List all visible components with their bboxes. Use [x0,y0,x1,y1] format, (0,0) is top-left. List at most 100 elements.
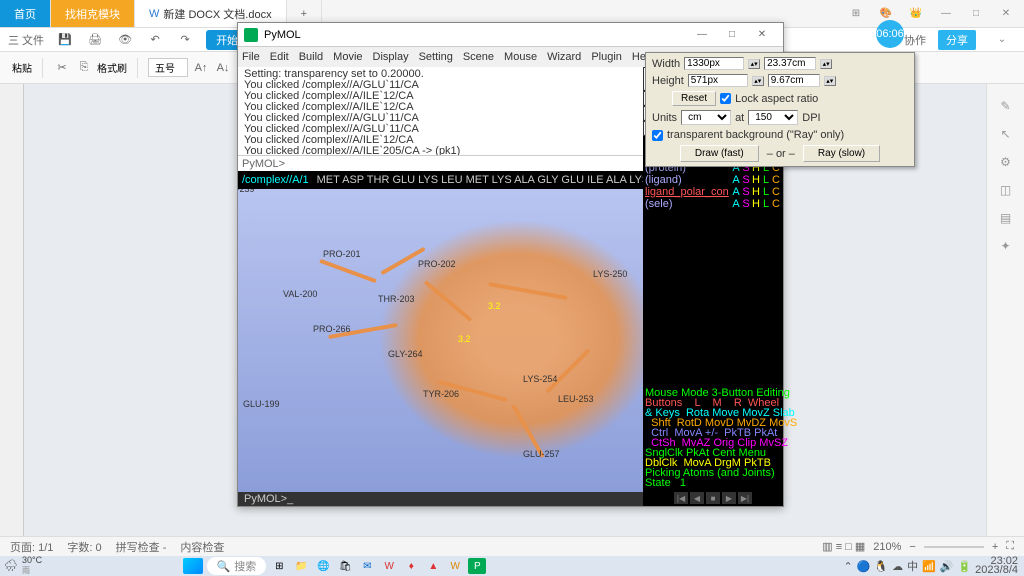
vcr-fwd-icon[interactable]: ▶| [738,492,752,504]
maximize-icon[interactable]: □ [717,26,747,44]
ray-slow-button[interactable]: Ray (slow) [803,145,880,162]
pencil-icon[interactable]: ✎ [996,96,1016,116]
cursor-icon[interactable]: ↖ [996,124,1016,144]
close-icon[interactable]: ✕ [992,4,1020,24]
tray-battery-icon[interactable]: 🔋 [957,560,971,573]
view-icons[interactable]: ▥ ≡ □ ▦ [822,540,865,553]
obj-ligand[interactable]: (ligand)ASHLC [643,174,783,186]
zoom-out-icon[interactable]: − [909,541,915,553]
grid-icon[interactable]: ⊞ [842,4,870,24]
weather-widget[interactable]: 🌧 30°C 雨 [4,555,42,576]
menu-mouse[interactable]: Mouse [504,51,537,63]
content-check[interactable]: 内容检查 [180,539,224,555]
word-count[interactable]: 字数: 0 [67,539,101,555]
height-cm-input[interactable] [768,74,820,87]
copy-icon[interactable]: ⎘ [75,59,93,77]
obj-polar[interactable]: ligand_polar_conASHLC [643,186,783,198]
window-controls: ⊞ 🎨 👑 — □ ✕ [842,4,1024,24]
dpi-dropdown[interactable]: 150 [748,110,798,125]
taskbar-clock[interactable]: 23:02 2023/8/4 [975,557,1018,575]
tray-cloud-icon[interactable]: ☁ [892,560,903,573]
menu-movie[interactable]: Movie [333,51,362,63]
tray-wifi-icon[interactable]: 📶 [922,560,936,573]
tab-label: 找相克模块 [65,6,120,22]
width-cm-spinner[interactable]: ▴▾ [820,59,832,69]
menu-edit[interactable]: Edit [270,51,289,63]
zoom-slider[interactable] [924,546,984,548]
tray-ime-icon[interactable]: 中 [907,558,918,574]
paste-button[interactable]: 粘贴 [12,60,32,75]
menu-plugin[interactable]: Plugin [591,51,622,63]
share-button[interactable]: 分享 [938,30,976,50]
vcr-stop-icon[interactable]: ■ [706,492,720,504]
store-icon[interactable]: 🛍 [336,558,354,574]
tab-template[interactable]: 找相克模块 [51,0,135,27]
height-cm-spinner[interactable]: ▴▾ [824,76,836,86]
page-indicator[interactable]: 页面: 1/1 [10,539,53,555]
width-px-input[interactable] [684,57,744,70]
decrease-font-icon[interactable]: A↓ [214,59,232,77]
task-view-icon[interactable]: ⊞ [270,558,288,574]
tray-app-icon[interactable]: 🔵 [857,560,871,573]
increase-font-icon[interactable]: A↑ [192,59,210,77]
collab-button[interactable]: 协作 [904,32,926,48]
menu-file[interactable]: File [242,51,260,63]
width-cm-input[interactable] [764,57,816,70]
word-icon[interactable]: W [380,558,398,574]
cube-icon[interactable]: ◫ [996,180,1016,200]
close-icon[interactable]: ✕ [747,26,777,44]
menu-build[interactable]: Build [299,51,323,63]
tray-volume-icon[interactable]: 🔊 [940,560,954,573]
minimize-icon[interactable]: — [932,4,960,24]
format-brush[interactable]: 格式刷 [97,60,127,75]
cut-icon[interactable]: ✂ [53,59,71,77]
vcr-back-icon[interactable]: ◀ [690,492,704,504]
height-spinner[interactable]: ▴▾ [752,76,764,86]
spell-check[interactable]: 拼写检查 - [116,539,167,555]
fullscreen-icon[interactable]: ⛶ [1006,540,1014,553]
font-size-dropdown[interactable]: 五号 [148,58,188,77]
tray-app2-icon[interactable]: 🐧 [874,560,888,573]
menu-scene[interactable]: Scene [463,51,494,63]
gear-icon[interactable]: ⚙ [996,152,1016,172]
redo-icon[interactable]: ↷ [176,31,194,49]
file-menu[interactable]: 三 文件 [8,32,44,48]
explorer-icon[interactable]: 📁 [292,558,310,574]
menu-wizard[interactable]: Wizard [547,51,581,63]
units-dropdown[interactable]: cm [681,110,731,125]
tray-chevron-icon[interactable]: ⌃ [843,560,852,573]
pymol-titlebar[interactable]: PyMOL — □ ✕ [238,23,783,47]
vcr-first-icon[interactable]: |◀ [674,492,688,504]
start-button[interactable] [183,558,203,574]
minimize-icon[interactable]: — [687,26,717,44]
pymol-task-icon[interactable]: P [468,558,486,574]
vcr-play-icon[interactable]: ▶ [722,492,736,504]
print-icon[interactable]: 🖨 [86,31,104,49]
wps-icon[interactable]: W [446,558,464,574]
tab-home[interactable]: 首页 [0,0,51,27]
width-spinner[interactable]: ▴▾ [748,59,760,69]
lock-aspect-checkbox[interactable] [720,93,731,104]
app-icon[interactable]: ♦ [402,558,420,574]
preview-icon[interactable]: 👁 [116,31,134,49]
zoom-in-icon[interactable]: + [992,541,998,553]
menu-setting[interactable]: Setting [419,51,453,63]
save-icon[interactable]: 💾 [56,31,74,49]
transparent-checkbox[interactable] [652,130,663,141]
mail-icon[interactable]: ✉ [358,558,376,574]
caret-icon[interactable]: ⌄ [988,30,1016,50]
menu-display[interactable]: Display [373,51,409,63]
zoom-level[interactable]: 210% [873,541,901,553]
reset-button[interactable]: Reset [672,91,716,106]
height-px-input[interactable] [688,74,748,87]
undo-icon[interactable]: ↶ [146,31,164,49]
maximize-icon[interactable]: □ [962,4,990,24]
taskbar-search[interactable]: 🔍 搜索 [207,557,267,575]
obj-sele[interactable]: (sele)ASHLC [643,198,783,210]
edge-icon[interactable]: 🌐 [314,558,332,574]
layers-icon[interactable]: ▤ [996,208,1016,228]
app2-icon[interactable]: ▲ [424,558,442,574]
sparkle-icon[interactable]: ✦ [996,236,1016,256]
draw-fast-button[interactable]: Draw (fast) [680,145,759,162]
crown-icon[interactable]: 👑 [902,4,930,24]
